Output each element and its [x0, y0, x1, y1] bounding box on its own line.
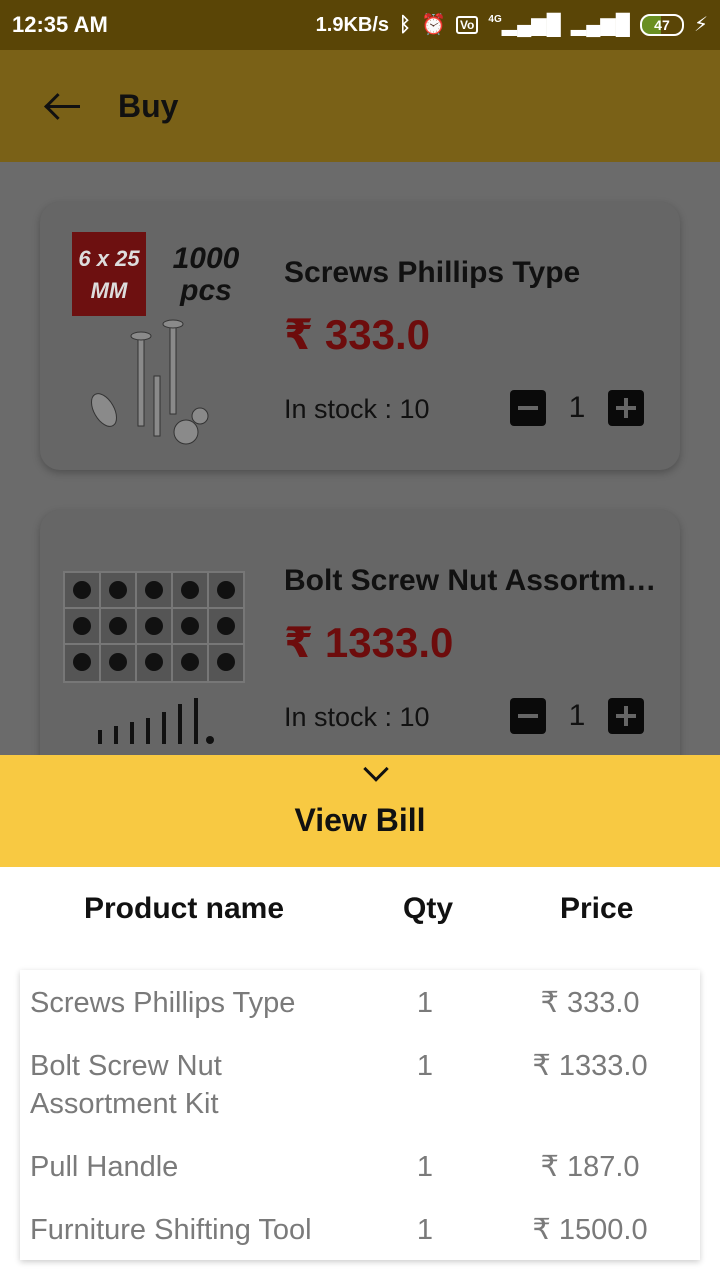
row-qty: 1 [416, 1214, 434, 1246]
row-qty: 1 [416, 1151, 434, 1183]
row-price: ₹ 187.0 [540, 1151, 640, 1183]
row-qty: 1 [416, 987, 434, 1019]
header-price: Price [560, 892, 634, 925]
svg-text:1000: 1000 [173, 242, 240, 275]
row-product-name: Screws Phillips Type [30, 987, 296, 1019]
status-bar: 12:35 AM 1.9KB/s ᛒ ⏰ Vo 4G▂▄▆█ ▂▄▆█ 47 ⚡ [0, 0, 720, 50]
view-bill-label: View Bill [294, 802, 426, 838]
row-qty: 1 [416, 1050, 434, 1082]
row-price: ₹ 333.0 [540, 987, 640, 1019]
charging-icon: ⚡ [693, 14, 708, 36]
row-product-name: Furniture Shifting Tool [30, 1214, 312, 1246]
row-price: ₹ 1500.0 [532, 1214, 648, 1246]
header-qty: Qty [403, 892, 454, 925]
signal-icon: ▂▄▆█ [570, 14, 630, 36]
volte-icon: Vo [455, 16, 479, 34]
product-card[interactable]: Bolt Screw Nut Assortment Kit ₹ 1333.0 I… [40, 510, 680, 778]
plus-button[interactable] [608, 390, 644, 426]
bill-table: Screws Phillips Type 1 ₹ 333.0 Bolt Scre… [20, 970, 700, 1260]
svg-text:pcs: pcs [179, 274, 232, 307]
status-icons: 1.9KB/s ᛒ ⏰ Vo 4G▂▄▆█ ▂▄▆█ 47 ⚡ [316, 14, 708, 37]
plus-button[interactable] [608, 698, 644, 734]
battery-level: 47 [654, 17, 670, 33]
network-speed: 1.9KB/s [315, 13, 390, 36]
product-name: Screws Phillips Type [284, 256, 581, 289]
product-image-screws: 6 x 25 MM 1000 pcs [60, 226, 280, 454]
product-price: ₹ 333.0 [284, 311, 430, 358]
row-product-name: Pull Handle [30, 1151, 179, 1183]
svg-text:6 x 25: 6 x 25 [78, 246, 140, 271]
quantity-stepper: 1 [510, 390, 644, 426]
quantity-value: 1 [568, 391, 586, 424]
minus-button[interactable] [510, 390, 546, 426]
product-stock: In stock : 10 [284, 702, 430, 732]
app-bar: Buy [0, 50, 720, 162]
product-stock: In stock : 10 [284, 394, 430, 424]
quantity-stepper: 1 [510, 698, 644, 734]
alarm-icon: ⏰ [421, 14, 446, 36]
signal-4g-icon: 4G▂▄▆█ [488, 14, 561, 36]
svg-text:MM: MM [91, 278, 128, 303]
page-title: Buy [118, 87, 179, 124]
quantity-value: 1 [568, 699, 586, 732]
row-product-name: Bolt Screw Nut Assortment Kit [30, 1050, 222, 1120]
product-card[interactable]: 6 x 25 MM 1000 pcs Screws Phillips Type … [40, 202, 680, 470]
product-name: Bolt Screw Nut Assortment Kit [284, 564, 664, 597]
status-time: 12:35 AM [12, 12, 108, 37]
product-image-bolt-kit [60, 534, 280, 762]
bluetooth-icon: ᛒ [399, 14, 412, 36]
back-arrow-icon[interactable] [44, 86, 84, 126]
row-price: ₹ 1333.0 [532, 1050, 648, 1082]
header-product-name: Product name [84, 892, 285, 925]
battery-icon: 47 [639, 14, 684, 36]
product-price: ₹ 1333.0 [284, 619, 454, 666]
minus-button[interactable] [510, 698, 546, 734]
